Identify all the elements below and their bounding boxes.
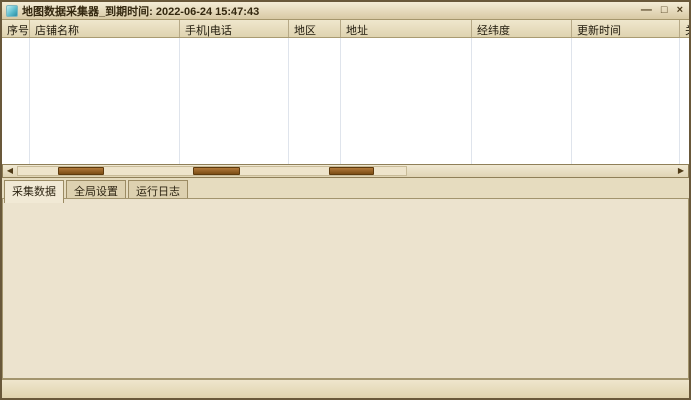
scroll-left-icon[interactable]: ◀ bbox=[3, 165, 17, 177]
scrollbar-thumb[interactable] bbox=[329, 167, 374, 175]
column-header[interactable]: 更新时间 bbox=[572, 20, 680, 37]
close-button[interactable]: × bbox=[677, 5, 683, 16]
app-window: 地图数据采集器_到期时间: 2022-06-24 15:47:43 — □ × … bbox=[0, 0, 691, 400]
scroll-right-icon[interactable]: ▶ bbox=[674, 165, 688, 177]
tab-collect-data[interactable]: 采集数据 bbox=[4, 180, 64, 203]
scrollbar-thumb[interactable] bbox=[58, 167, 104, 175]
column-header[interactable]: 经纬度 bbox=[472, 20, 572, 37]
column-header[interactable]: 手机|电话 bbox=[180, 20, 289, 37]
collect-data-panel bbox=[2, 198, 689, 379]
app-icon bbox=[6, 5, 18, 17]
minimize-button[interactable]: — bbox=[641, 5, 652, 16]
results-table-header: 序号 店铺名称 手机|电话 地区 地址 经纬度 更新时间 关键词 bbox=[2, 20, 689, 38]
title-bar: 地图数据采集器_到期时间: 2022-06-24 15:47:43 — □ × bbox=[2, 2, 689, 20]
column-header[interactable]: 序号 bbox=[2, 20, 30, 37]
column-header[interactable]: 店铺名称 bbox=[30, 20, 180, 37]
window-title: 地图数据采集器_到期时间: 2022-06-24 15:47:43 bbox=[22, 3, 259, 19]
column-header[interactable]: 地址 bbox=[341, 20, 472, 37]
column-header[interactable]: 关键词 bbox=[680, 20, 689, 37]
results-table-body bbox=[2, 38, 689, 164]
table-horizontal-scrollbar[interactable]: ◀ ▶ bbox=[2, 164, 689, 178]
scrollbar-thumb[interactable] bbox=[193, 167, 240, 175]
maximize-button[interactable]: □ bbox=[661, 5, 668, 16]
status-bar bbox=[2, 379, 689, 398]
column-header[interactable]: 地区 bbox=[289, 20, 341, 37]
